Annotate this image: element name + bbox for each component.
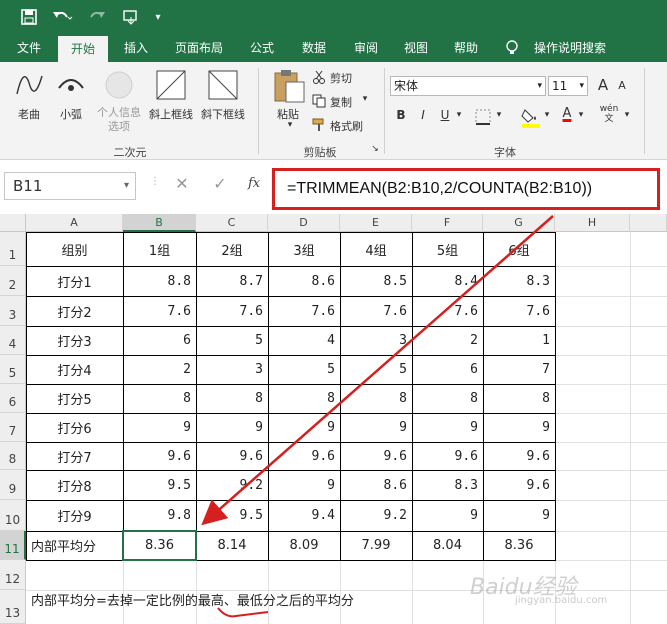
annotation-arrow: [201, 215, 554, 526]
annotation-underline: [217, 607, 269, 618]
annotation-overlay: [201, 215, 554, 618]
